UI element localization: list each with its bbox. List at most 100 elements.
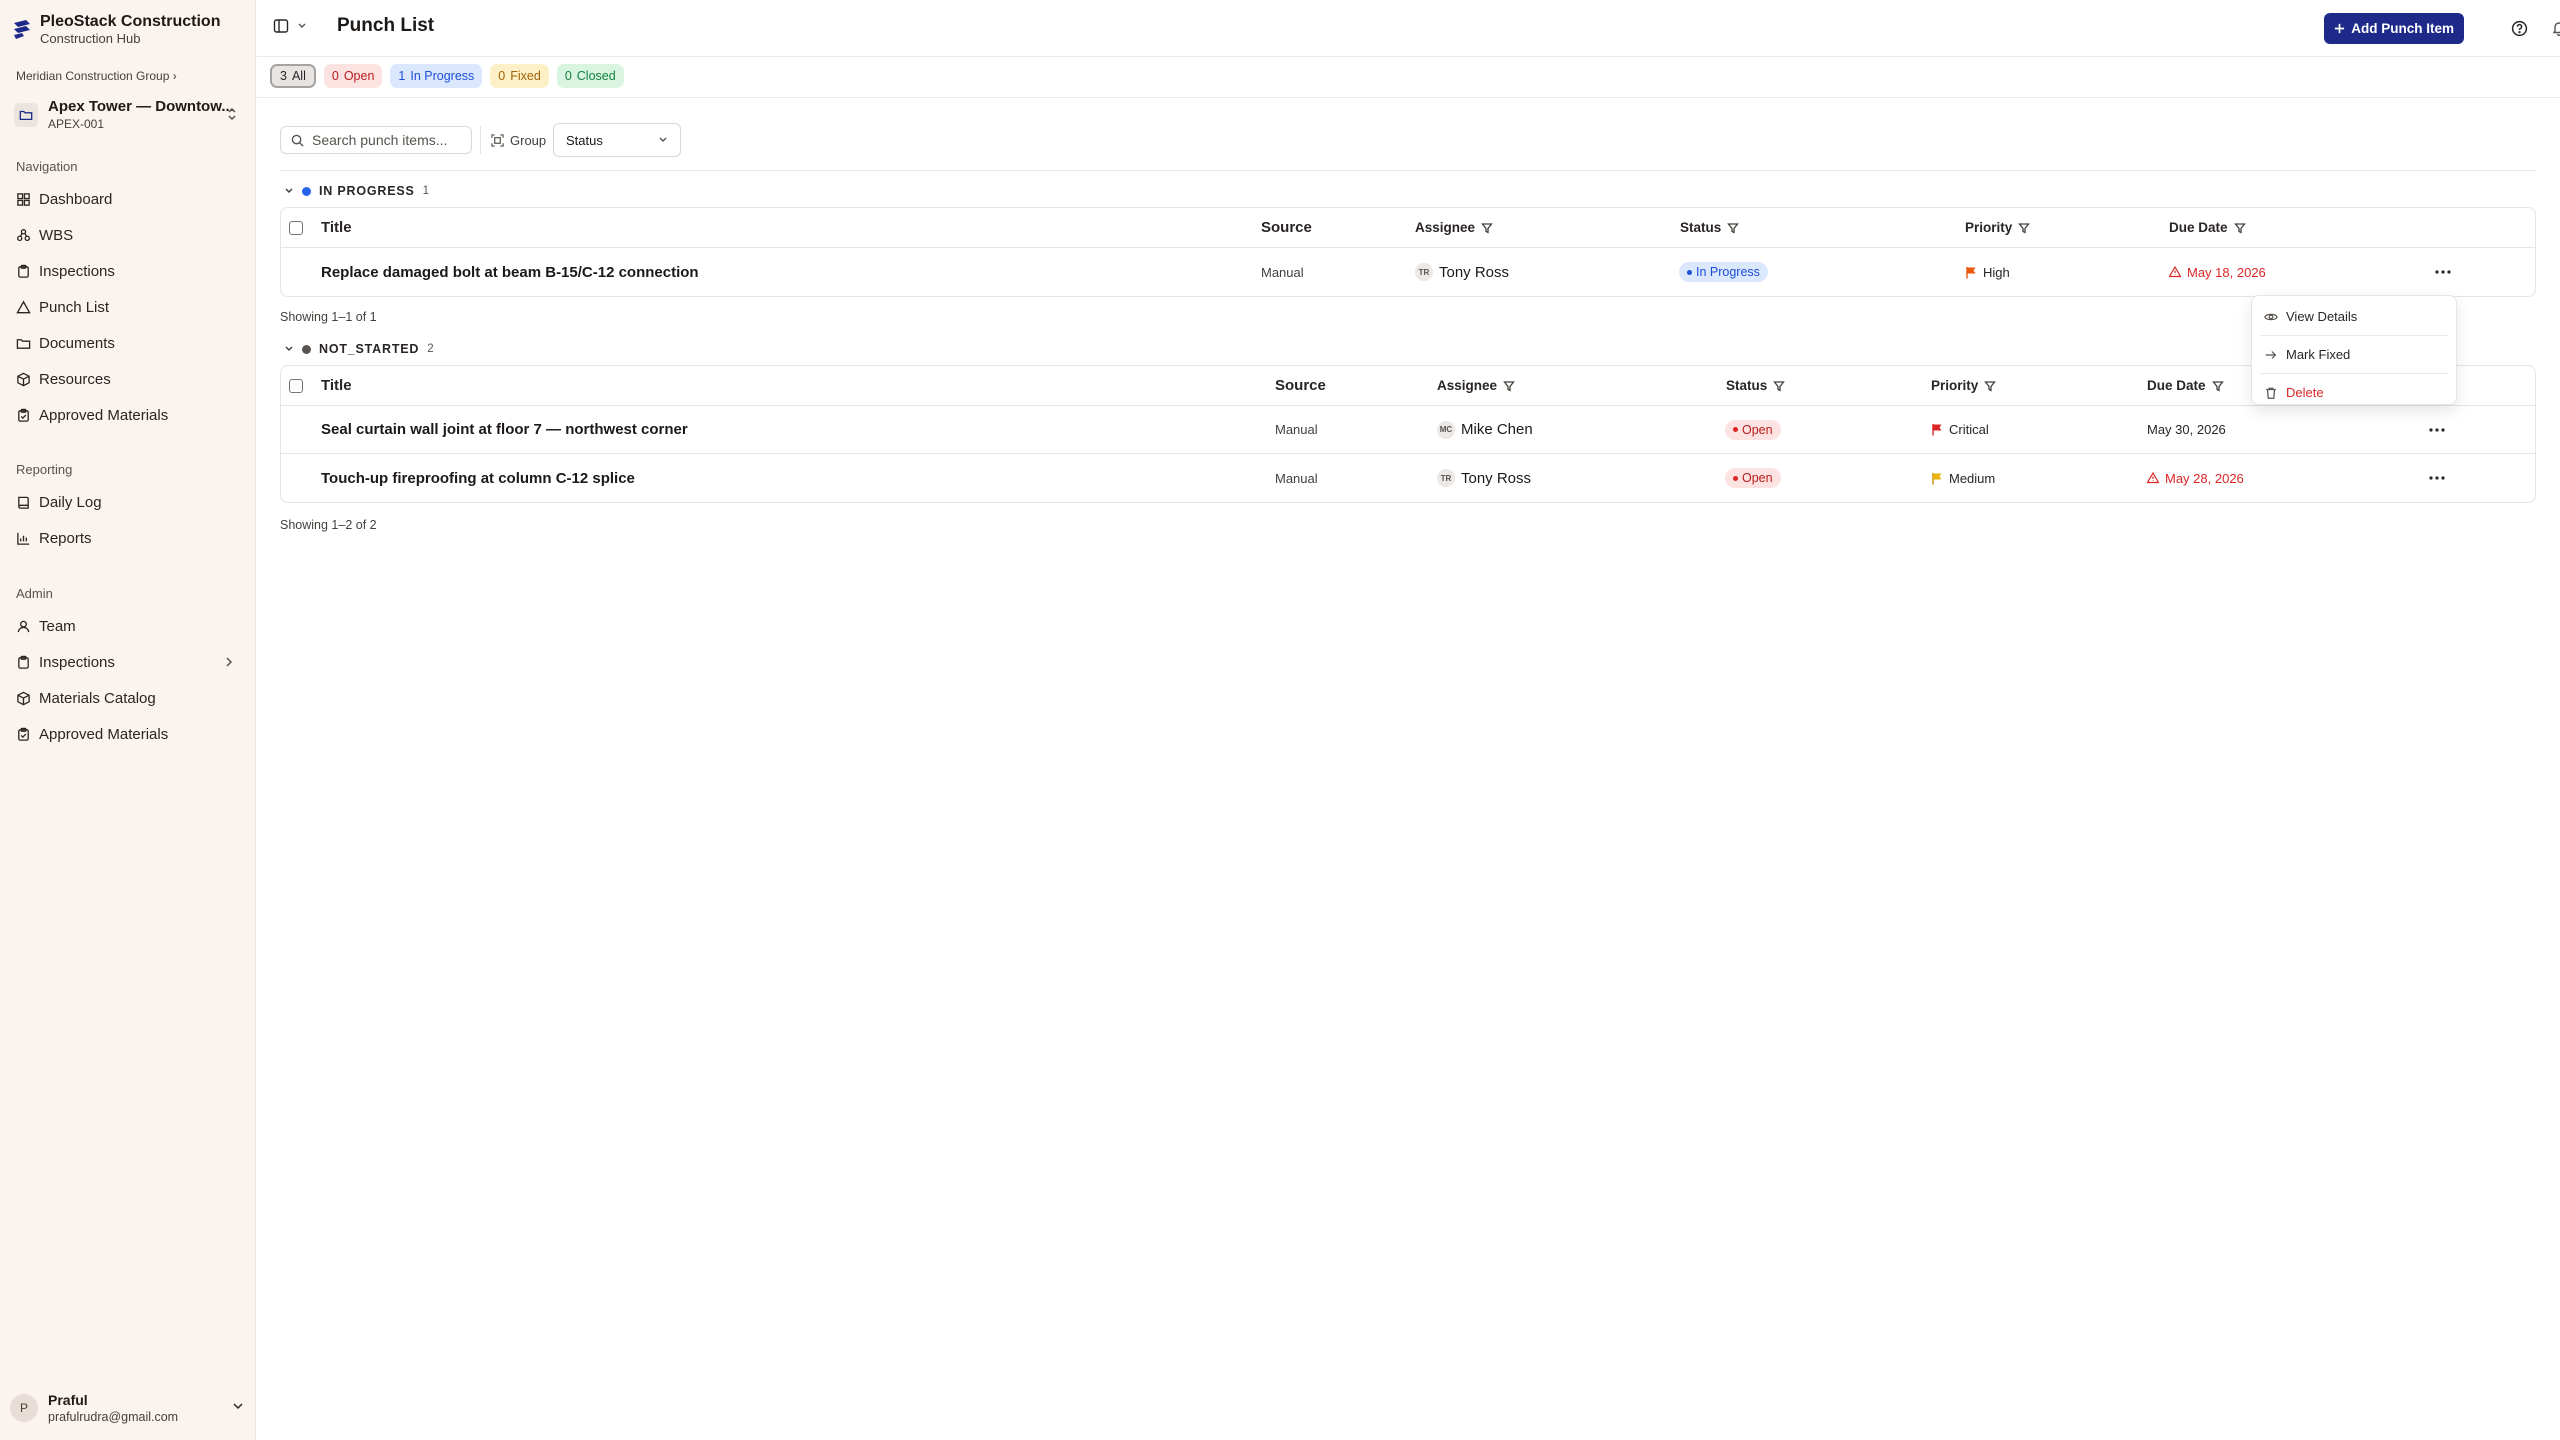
column-assignee[interactable]: Assignee [1415,208,1493,247]
group-status-dot [302,186,311,196]
filter-icon[interactable] [2233,222,2246,234]
column-label: Priority [1931,378,1979,393]
sidebar-toggle-button[interactable] [273,18,307,34]
table-row[interactable]: Replace damaged bolt at beam B-15/C-12 c… [281,248,2535,296]
column-status[interactable]: Status [1726,366,1786,405]
sidebar-item-label: Approved Materials [39,725,169,743]
row-actions-button[interactable] [2433,263,2453,281]
row-assignee: MC Mike Chen [1437,406,1533,453]
column-title[interactable]: Title [321,208,352,247]
column-status[interactable]: Status [1680,208,1740,247]
chip-in-progress[interactable]: 1 In Progress [390,64,483,88]
column-due-date[interactable]: Due Date [2147,366,2224,405]
sidebar-item-admin-inspections[interactable]: Inspections [14,648,242,676]
org-breadcrumb[interactable]: Meridian Construction Group › [16,69,177,83]
column-title[interactable]: Title [321,366,352,405]
priority-label: Critical [1949,422,1989,437]
clipboard-icon [18,264,29,278]
sidebar-item-materials-catalog[interactable]: Materials Catalog [14,684,242,712]
row-title[interactable]: Touch-up fireproofing at column C-12 spl… [321,454,635,502]
warning-icon [2169,266,2181,278]
clipboard-check-icon [18,408,29,422]
filter-icon[interactable] [1503,380,1515,392]
select-all-checkbox[interactable] [289,220,303,235]
filter-icon[interactable] [1727,222,1740,234]
sidebar-item-label: Punch List [39,298,110,316]
row-title[interactable]: Seal curtain wall joint at floor 7 — nor… [321,406,688,453]
chip-open[interactable]: 0 Open [323,64,383,88]
filter-icon[interactable] [1984,380,1997,392]
sidebar-panel-icon [273,19,289,33]
column-priority[interactable]: Priority [1965,208,2031,247]
flag-icon [1966,266,1976,278]
row-assignee: TR Tony Ross [1437,454,1531,502]
assignee-avatar: TR [1437,469,1455,487]
column-assignee[interactable]: Assignee [1437,366,1515,405]
due-date-value: May 18, 2026 [2187,264,2266,280]
column-priority[interactable]: Priority [1931,366,1997,405]
assignee-name: Mike Chen [1461,421,1533,438]
filter-icon[interactable] [1773,380,1786,392]
table-row[interactable]: Seal curtain wall joint at floor 7 — nor… [281,406,2535,454]
menu-item-label: Delete [2286,385,2324,400]
menu-item-mark-fixed[interactable]: Mark Fixed [2252,338,2456,371]
sidebar-item-label: WBS [39,226,74,244]
table-row[interactable]: Touch-up fireproofing at column C-12 spl… [281,454,2535,502]
sidebar-item-label: Approved Materials [39,406,169,424]
chip-count: 1 [398,69,406,83]
sidebar-item-admin-approved-materials[interactable]: Approved Materials [14,720,242,748]
group-by-select[interactable]: Status [553,123,681,157]
add-punch-item-button[interactable]: Add Punch Item [2324,13,2464,44]
row-title[interactable]: Replace damaged bolt at beam B-15/C-12 c… [321,248,699,296]
help-icon[interactable] [2508,17,2530,39]
group-select-value: Status [566,132,603,148]
chip-all[interactable]: 3 All [270,64,316,88]
chevron-down-icon [285,188,293,194]
bar-chart-icon [17,532,30,545]
group-name: IN PROGRESS [319,184,415,198]
sidebar-item-approved-materials[interactable]: Approved Materials [14,401,242,429]
chip-label: In Progress [410,69,475,83]
row-actions-button[interactable] [2427,469,2447,487]
sidebar-item-label: Team [39,617,76,635]
sidebar-item-team[interactable]: Team [14,612,242,640]
search-input[interactable] [312,132,462,148]
row-actions-button[interactable] [2427,421,2447,439]
filter-icon[interactable] [2018,222,2031,234]
sidebar-item-inspections[interactable]: Inspections [14,257,242,285]
project-switcher[interactable]: Apex Tower — Downtow... APEX-001 [8,94,248,136]
menu-item-delete[interactable]: Delete [2252,376,2456,409]
menu-item-view-details[interactable]: View Details [2252,300,2456,333]
chip-fixed[interactable]: 0 Fixed [490,64,549,88]
column-source[interactable]: Source [1261,208,1312,247]
chevron-down-icon [285,346,293,352]
chip-closed[interactable]: 0 Closed [556,64,624,88]
sidebar-item-resources[interactable]: Resources [14,365,242,393]
sidebar-item-dashboard[interactable]: Dashboard [14,185,242,213]
page-title: Punch List [337,15,435,36]
brand[interactable]: PleoStack Construction Construction Hub [12,12,220,47]
more-horizontal-icon [2435,270,2451,274]
column-label: Due Date [2169,220,2228,235]
bell-icon[interactable] [2548,17,2560,39]
column-due-date[interactable]: Due Date [2169,208,2246,247]
user-menu[interactable]: P Praful prafulrudra@gmail.com [8,1388,248,1428]
pagination-summary: Showing 1–1 of 1 [280,310,377,324]
sidebar-item-label: Daily Log [39,493,102,511]
column-source[interactable]: Source [1275,366,1326,405]
search-box[interactable] [280,126,472,154]
select-all-checkbox[interactable] [289,378,303,393]
eye-icon [2264,313,2278,320]
sidebar-item-wbs[interactable]: WBS [14,221,242,249]
filter-icon[interactable] [2211,380,2224,392]
filter-icon[interactable] [1481,222,1493,234]
sidebar: PleoStack Construction Construction Hub … [0,0,256,1440]
sidebar-item-documents[interactable]: Documents [14,329,242,357]
admin-section-label: Admin [16,586,53,601]
sidebar-item-reports[interactable]: Reports [14,524,242,552]
sidebar-item-punch-list[interactable]: Punch List [14,293,242,321]
group-header-not-started[interactable]: NOT_STARTED 2 [284,340,434,358]
group-header-in-progress[interactable]: IN PROGRESS 1 [284,182,429,200]
punch-table-not-started: Title Source Assignee Status Priority Du… [280,365,2536,503]
sidebar-item-daily-log[interactable]: Daily Log [14,488,242,516]
